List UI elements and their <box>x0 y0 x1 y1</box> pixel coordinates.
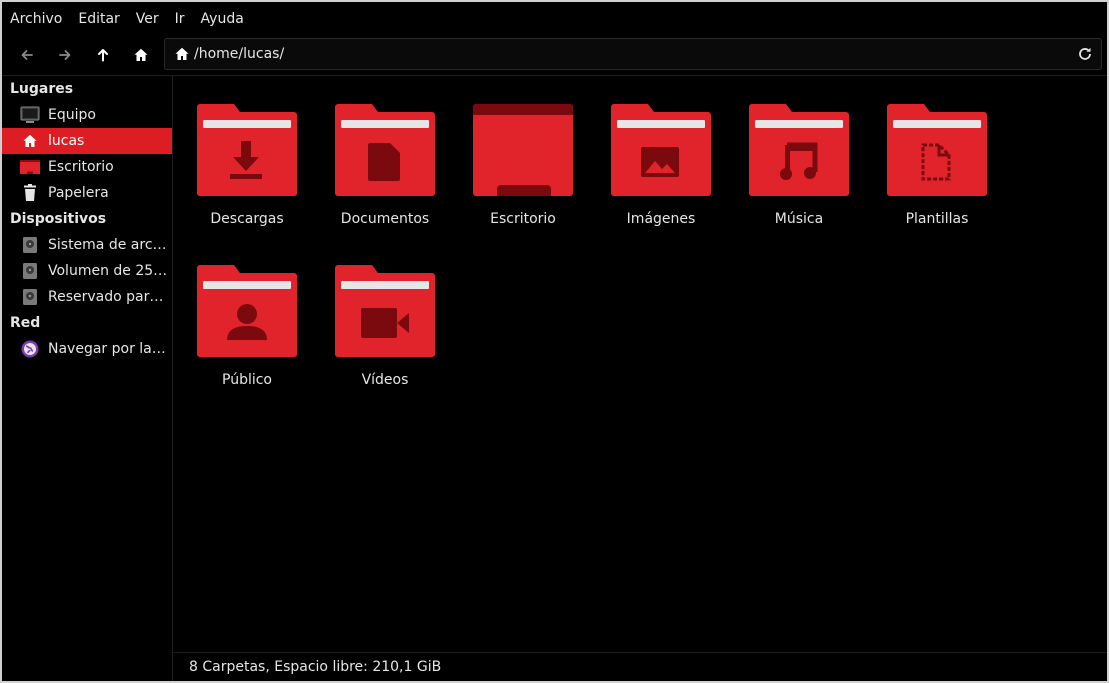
sidebar-item-label: Equipo <box>48 107 96 123</box>
folder-label: Plantillas <box>905 211 969 227</box>
sidebar-item-escritorio[interactable]: Escritorio <box>2 154 172 180</box>
folder-documentos[interactable]: Documentos <box>321 103 449 253</box>
home-icon <box>20 132 40 150</box>
folder-label: Música <box>774 211 824 227</box>
folder-label: Documentos <box>340 211 430 227</box>
sidebar-heading-devices: Dispositivos <box>10 211 107 227</box>
back-button[interactable] <box>8 37 46 73</box>
sidebar-item-equipo[interactable]: Equipo <box>2 102 172 128</box>
folder-label: Imágenes <box>626 211 696 227</box>
sidebar-item-label: Escritorio <box>48 159 114 175</box>
menu-ir[interactable]: Ir <box>167 2 193 36</box>
up-button[interactable] <box>84 37 122 73</box>
folder-videos[interactable]: Vídeos <box>321 264 449 414</box>
menu-ver[interactable]: Ver <box>128 2 167 36</box>
folder-imagenes[interactable]: Imágenes <box>597 103 725 253</box>
status-bar: 8 Carpetas, Espacio libre: 210,1 GiB <box>173 652 1107 681</box>
folder-descargas[interactable]: Descargas <box>183 103 311 253</box>
home-icon <box>174 46 190 62</box>
folder-label: Público <box>222 372 272 388</box>
folder-label: Descargas <box>210 211 284 227</box>
video-icon <box>335 265 435 357</box>
sidebar-item-lucas[interactable]: lucas <box>2 128 172 154</box>
computer-icon <box>20 106 40 124</box>
folder-musica[interactable]: Música <box>735 103 863 253</box>
person-icon <box>197 265 297 357</box>
sidebar-item-label: Volumen de 250… <box>48 263 170 279</box>
sidebar-item-device-2[interactable]: Volumen de 250… <box>2 258 172 284</box>
home-icon <box>134 48 148 61</box>
menu-ayuda[interactable]: Ayuda <box>193 2 252 36</box>
forward-button[interactable] <box>46 37 84 73</box>
sidebar-item-label: lucas <box>48 133 85 149</box>
sidebar-heading-places: Lugares <box>10 81 74 97</box>
desktop-icon <box>20 158 40 176</box>
download-icon <box>197 104 297 196</box>
sidebar-heading-network: Red <box>10 315 41 331</box>
folder-publico[interactable]: Público <box>183 264 311 414</box>
menu-archivo[interactable]: Archivo <box>2 2 70 36</box>
location-path[interactable]: /home/lucas/ <box>194 46 1077 62</box>
home-button[interactable] <box>122 37 160 73</box>
arrow-up-icon <box>98 49 108 62</box>
drive-icon <box>20 288 40 306</box>
drive-icon <box>20 262 40 280</box>
sidebar-item-network[interactable]: Navegar por la red <box>2 336 172 362</box>
sidebar-item-label: Sistema de arch… <box>48 237 170 253</box>
desktop-folder-icon <box>473 104 573 196</box>
drive-icon <box>20 236 40 254</box>
document-icon <box>335 104 435 196</box>
sidebar-item-device-1[interactable]: Sistema de arch… <box>2 232 172 258</box>
refresh-icon[interactable] <box>1077 46 1093 62</box>
network-icon <box>20 340 40 358</box>
template-icon <box>887 104 987 196</box>
sidebar-item-label: Papelera <box>48 185 109 201</box>
sidebar-item-label: Navegar por la red <box>48 341 170 357</box>
file-manager-window: Archivo Editar Ver Ir Ayuda /home/lucas/ <box>0 0 1109 683</box>
menu-editar[interactable]: Editar <box>70 2 127 36</box>
arrow-left-icon <box>21 50 33 60</box>
sidebar-item-device-3[interactable]: Reservado para … <box>2 284 172 310</box>
trash-icon <box>20 184 40 202</box>
folder-label: Vídeos <box>361 372 409 388</box>
sidebar-item-papelera[interactable]: Papelera <box>2 180 172 206</box>
folder-escritorio[interactable]: Escritorio <box>459 103 587 253</box>
image-icon <box>611 104 711 196</box>
sidebar: Lugares Equipo lucas Escritorio Papelera <box>2 75 173 681</box>
location-bar[interactable]: /home/lucas/ <box>164 38 1102 70</box>
folder-label: Escritorio <box>490 211 556 227</box>
music-icon <box>749 104 849 196</box>
file-view: Descargas Documentos Escritorio Imágenes… <box>173 75 1107 652</box>
folder-plantillas[interactable]: Plantillas <box>873 103 1001 253</box>
menu-bar: Archivo Editar Ver Ir Ayuda <box>2 2 1107 36</box>
toolbar: /home/lucas/ <box>2 36 1107 74</box>
sidebar-item-label: Reservado para … <box>48 289 170 305</box>
arrow-right-icon <box>59 50 71 60</box>
